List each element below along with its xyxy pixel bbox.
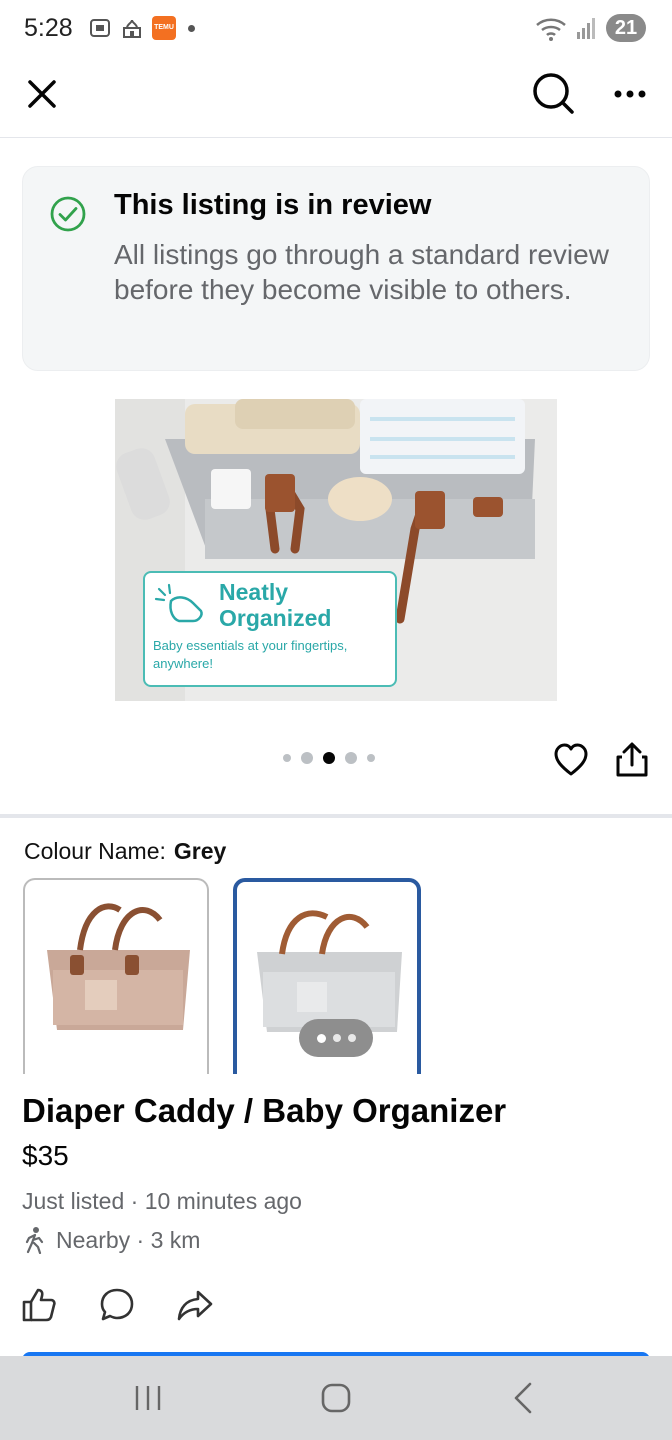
- action-bar: [20, 1286, 214, 1324]
- colour-label-text: Colour Name:: [24, 838, 166, 864]
- heart-icon[interactable]: [552, 741, 590, 779]
- colour-value: Grey: [173, 838, 227, 864]
- pill-dot-active: [316, 1033, 326, 1043]
- more-options-icon[interactable]: [608, 72, 652, 116]
- notification-dot-icon: [188, 24, 195, 32]
- carousel-dot: [367, 754, 375, 762]
- status-bar: 5:28 TEMU 21: [0, 0, 672, 60]
- battery-indicator: 21: [606, 14, 646, 42]
- back-icon[interactable]: [504, 1378, 544, 1418]
- listing-title: Diaper Caddy / Baby Organizer: [22, 1092, 507, 1129]
- wifi-icon: [536, 18, 566, 41]
- search-icon[interactable]: [530, 70, 576, 116]
- location-text: Nearby · 3 km: [56, 1226, 201, 1253]
- carousel-dot: [283, 754, 291, 762]
- system-nav-bar: [0, 1356, 672, 1440]
- review-description: All listings go through a standard revie…: [114, 239, 609, 305]
- beige-caddy-image: [47, 903, 190, 1030]
- comment-icon[interactable]: [98, 1286, 136, 1324]
- review-banner: This listing is in review All listings g…: [22, 166, 650, 371]
- hand-tap-icon: [154, 583, 203, 623]
- caption-subtitle: Baby essentials at your fingertips, anyw…: [153, 638, 348, 671]
- pill-dot: [332, 1034, 341, 1042]
- caption-card: Neatly Organized Baby essentials at your…: [143, 571, 397, 687]
- check-circle-icon: [50, 196, 86, 232]
- top-nav: [0, 60, 672, 138]
- screenshot-icon: [90, 19, 110, 37]
- temu-app-icon: TEMU: [152, 16, 176, 40]
- swatch-carousel-indicator: [299, 1019, 373, 1057]
- close-icon[interactable]: [20, 72, 64, 116]
- caption-title: Neatly Organized: [219, 579, 332, 631]
- review-title: This listing is in review: [114, 189, 432, 221]
- carousel-dot-active: [323, 752, 335, 764]
- walking-person-icon: [25, 1227, 44, 1254]
- signal-icon: [577, 18, 595, 39]
- like-icon[interactable]: [20, 1286, 58, 1324]
- status-icons-left: TEMU: [88, 16, 195, 40]
- recent-apps-icon[interactable]: [128, 1378, 168, 1418]
- listing-price: $35: [22, 1140, 69, 1171]
- carousel-dot: [301, 752, 313, 764]
- carousel-dot: [345, 752, 357, 764]
- listing-location: Nearby · 3 km: [22, 1226, 200, 1254]
- status-time: 5:28: [24, 14, 73, 42]
- section-divider: [0, 814, 672, 818]
- share-icon[interactable]: [614, 741, 650, 779]
- share-arrow-icon[interactable]: [176, 1286, 214, 1324]
- carousel-indicator: [283, 752, 375, 764]
- colour-label: Colour Name: Grey: [24, 838, 226, 865]
- home-icon[interactable]: [316, 1378, 356, 1418]
- mosque-icon: [123, 19, 141, 38]
- product-image[interactable]: Neatly Organized Baby essentials at your…: [115, 399, 557, 701]
- status-icons-right: 21: [534, 14, 646, 42]
- colour-swatch-beige[interactable]: [23, 878, 209, 1074]
- listing-time: Just listed · 10 minutes ago: [22, 1188, 302, 1214]
- pill-dot: [347, 1034, 356, 1042]
